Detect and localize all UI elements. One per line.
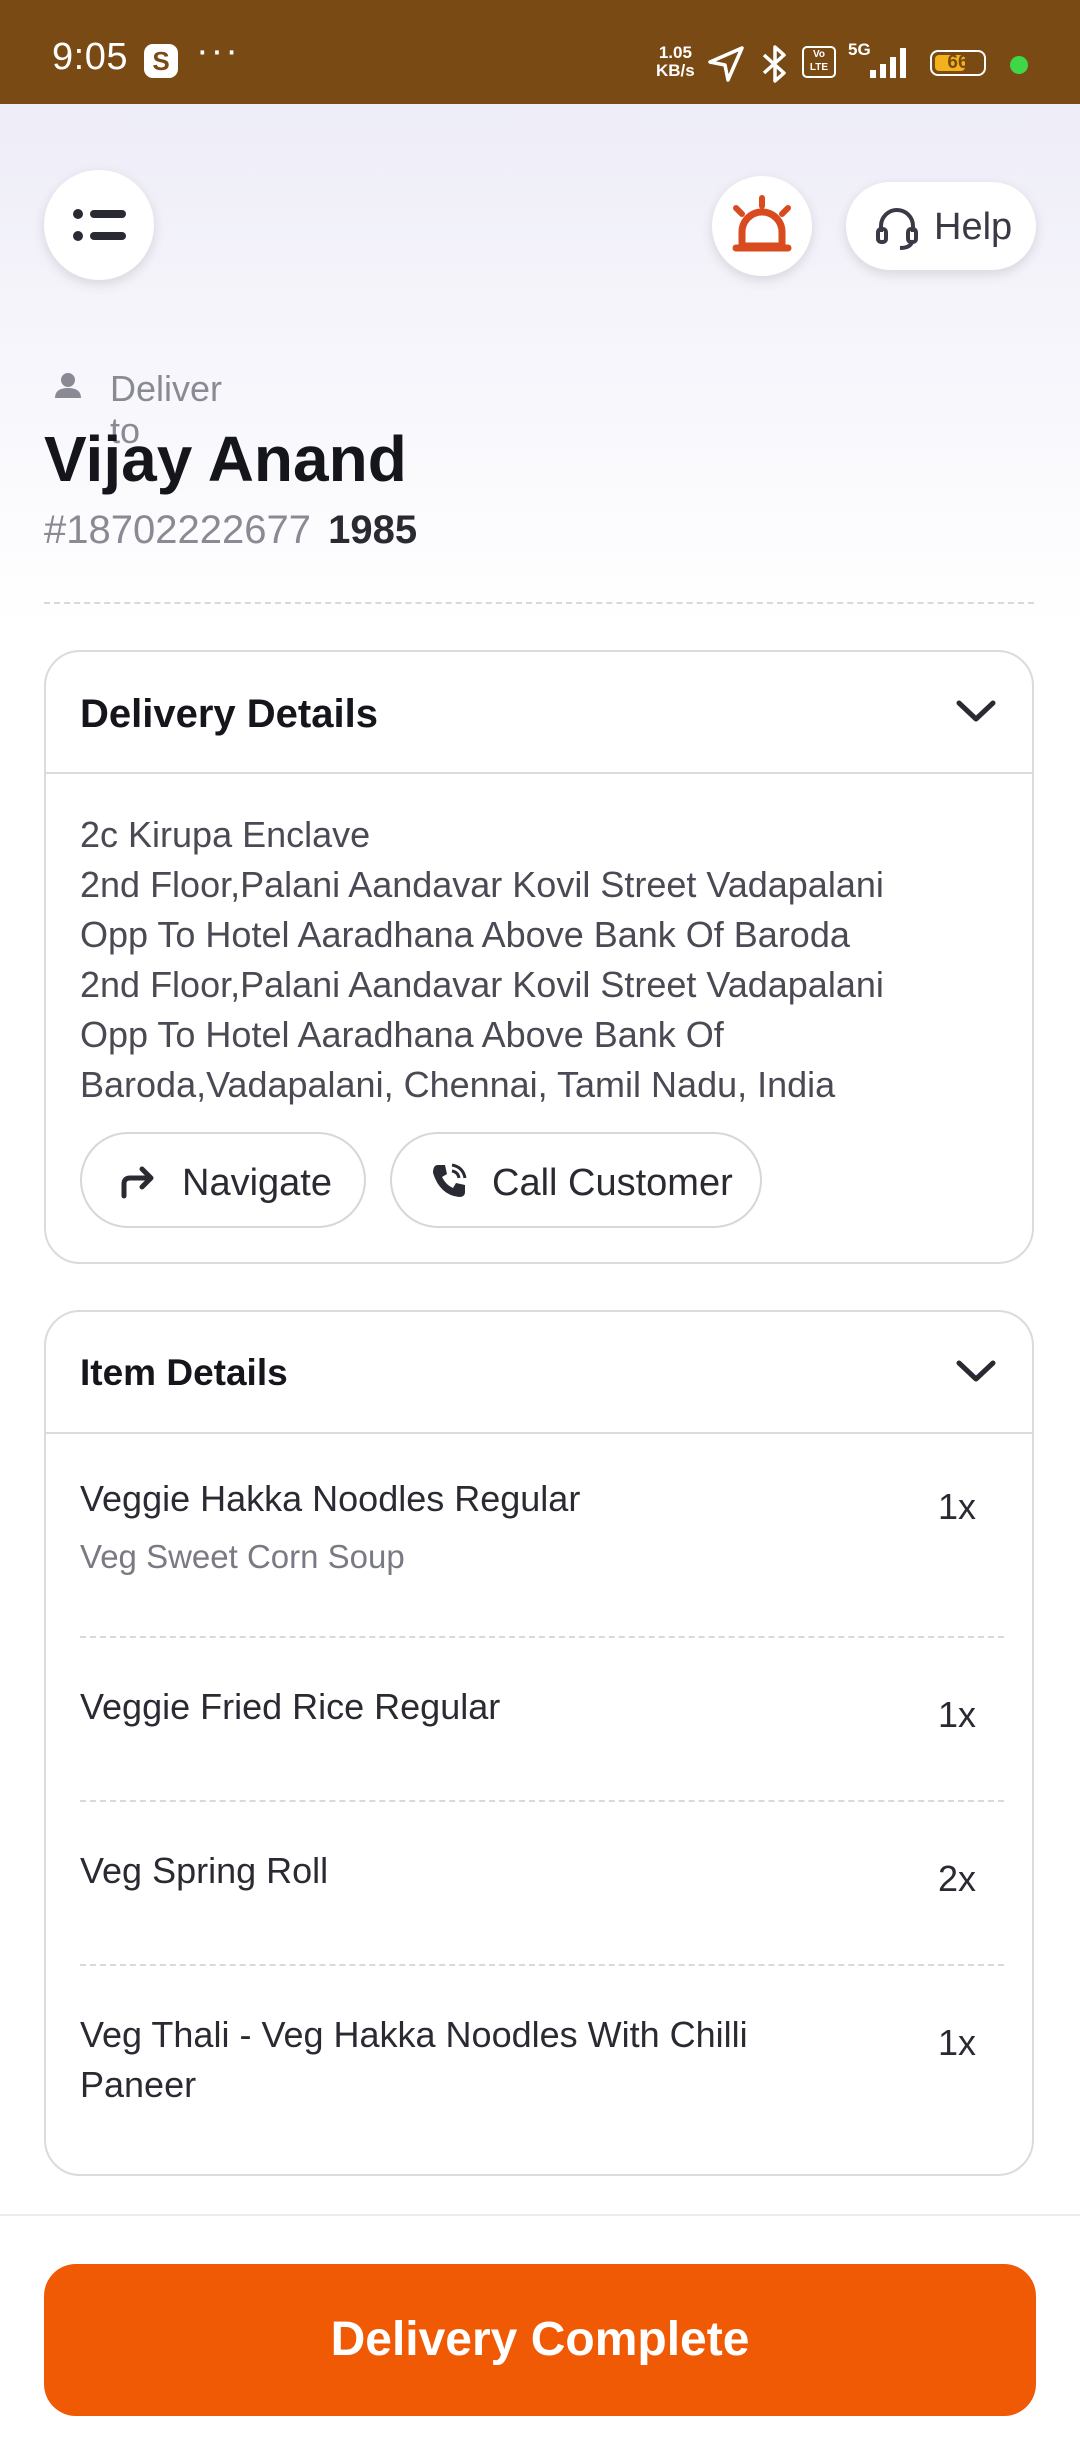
list-item: Veg Spring Roll 2x [80, 1846, 1000, 1899]
list-item: Veg Thali - Veg Hakka Noodles With Chill… [80, 2010, 1000, 2110]
emergency-alert-button[interactable] [712, 176, 812, 276]
delivery-complete-button[interactable]: Delivery Complete [44, 2264, 1036, 2416]
menu-button[interactable] [44, 170, 154, 280]
item-quantity: 1x [937, 2022, 976, 2063]
help-button[interactable]: Help [846, 182, 1036, 270]
battery-icon: 66 [930, 50, 986, 76]
order-id: #18702222677 [44, 508, 311, 552]
item-details-title: Item Details [80, 1352, 288, 1393]
delivery-complete-label: Delivery Complete [330, 2313, 750, 2366]
item-name: Veg Spring Roll [80, 1850, 329, 1891]
chevron-down-icon [956, 1360, 996, 1382]
volte-icon: Vo LTE [802, 46, 836, 78]
navigate-label: Navigate [182, 1162, 332, 1204]
turn-right-arrow-icon [121, 1166, 154, 1199]
delivery-details-title: Delivery Details [80, 692, 378, 736]
person-icon [55, 373, 81, 398]
address-line: Opp To Hotel Aaradhana Above Bank Of [80, 1014, 724, 1055]
call-customer-label: Call Customer [492, 1162, 733, 1204]
address-line: Opp To Hotel Aaradhana Above Bank Of Bar… [80, 914, 850, 955]
siren-icon [732, 195, 792, 252]
address-line: Baroda,Vadapalani, Chennai, Tamil Nadu, … [80, 1064, 836, 1105]
item-quantity: 1x [937, 1694, 976, 1735]
recording-dot-icon [1010, 56, 1028, 74]
network-speed: 1.05 KB/s [656, 44, 695, 80]
battery-level: 66 [947, 52, 969, 73]
delivery-address: 2c Kirupa Enclave 2nd Floor,Palani Aanda… [80, 810, 1000, 1110]
order-id-row: #18702222677 1985 [44, 508, 417, 553]
delivery-details-header[interactable]: Delivery Details [46, 652, 1032, 774]
network-speed-value: 1.05 [658, 43, 692, 62]
customer-name: Vijay Anand [44, 423, 407, 495]
item-name: Veggie Fried Rice Regular [80, 1686, 501, 1727]
headset-icon [876, 208, 918, 250]
item-divider [80, 1964, 1004, 1966]
item-quantity: 2x [937, 1858, 976, 1899]
order-code: 1985 [328, 508, 418, 552]
address-line: 2nd Floor,Palani Aandavar Kovil Street V… [80, 964, 884, 1005]
address-line: 2c Kirupa Enclave [80, 814, 371, 855]
navigate-button[interactable]: Navigate [80, 1132, 366, 1228]
location-arrow-icon [708, 46, 744, 82]
status-time: 9:05 [52, 36, 128, 78]
list-item: Veggie Fried Rice Regular 1x [80, 1682, 1000, 1735]
list-menu-icon [73, 209, 126, 241]
status-bar: 9:05 S ··· 1.05 KB/s Vo LTE 5G 66 [0, 0, 1080, 104]
network-speed-unit: KB/s [656, 61, 695, 80]
address-line: 2nd Floor,Palani Aandavar Kovil Street V… [80, 864, 884, 905]
item-name: Veggie Hakka Noodles Regular [80, 1478, 581, 1519]
bottom-action-bar: Delivery Complete [0, 2214, 1080, 2462]
more-notifications-icon: ··· [196, 30, 240, 72]
item-name: Veg Thali - Veg Hakka Noodles With Chill… [80, 2014, 748, 2105]
signal-icon [870, 48, 906, 78]
phone-call-icon [433, 1163, 467, 1197]
item-details-header[interactable]: Item Details [46, 1312, 1032, 1434]
chevron-down-icon [956, 700, 996, 722]
list-item: Veggie Hakka Noodles Regular Veg Sweet C… [80, 1474, 1000, 1576]
item-details-card: Item Details Veggie Hakka Noodles Regula… [44, 1310, 1034, 2176]
divider [44, 602, 1034, 604]
delivery-details-card: Delivery Details 2c Kirupa Enclave 2nd F… [44, 650, 1034, 1264]
help-label: Help [934, 206, 1013, 248]
bluetooth-icon [762, 45, 786, 83]
item-divider [80, 1800, 1004, 1802]
app-badge-icon: S [144, 44, 178, 78]
item-divider [80, 1636, 1004, 1638]
call-customer-button[interactable]: Call Customer [390, 1132, 762, 1228]
item-addon: Veg Sweet Corn Soup [80, 1538, 405, 1575]
item-quantity: 1x [937, 1486, 976, 1527]
